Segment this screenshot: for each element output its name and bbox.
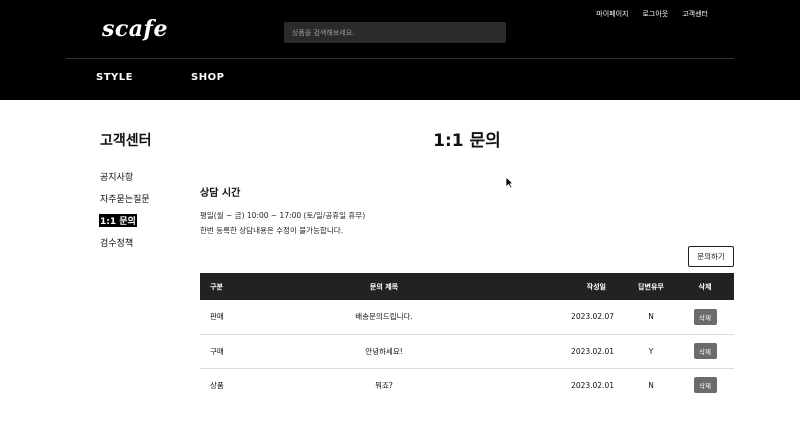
ask-inquiry-button[interactable]: 문의하기	[688, 246, 734, 267]
table-row[interactable]: 구매 안녕하세요! 2023.02.01 Y 삭제	[200, 334, 734, 368]
sidebar-item-faq[interactable]: 자주묻는질문	[100, 192, 150, 205]
row-delete-cell: 삭제	[676, 334, 734, 368]
site-logo[interactable]: scafe	[102, 16, 168, 42]
search-input[interactable]	[284, 22, 506, 43]
col-replied: 답변유무	[638, 282, 664, 291]
row-title[interactable]: 뭐죠?	[252, 368, 516, 402]
row-delete-cell: 삭제	[676, 300, 734, 334]
delete-button[interactable]: 삭제	[693, 377, 717, 394]
mypage-link[interactable]: 마이페이지	[596, 9, 628, 19]
row-delete-cell: 삭제	[676, 368, 734, 402]
utility-menu: 마이페이지 로그아웃 고객센터	[596, 9, 708, 19]
col-date: 작성일	[586, 282, 606, 291]
row-title[interactable]: 배송문의드립니다.	[252, 300, 516, 334]
nav-style[interactable]: STYLE	[96, 72, 133, 83]
top-header: scafe 마이페이지 로그아웃 고객센터 STYLE SHOP	[0, 0, 800, 100]
delete-button[interactable]: 삭제	[693, 308, 717, 325]
edit-notice-text: 한번 등록한 상담내용은 수정이 불가능합니다.	[200, 226, 344, 235]
consult-hours-title: 상담 시간	[200, 188, 241, 199]
row-title[interactable]: 안녕하세요!	[252, 334, 516, 368]
row-replied: N	[648, 380, 654, 390]
row-date: 2023.02.01	[571, 346, 614, 356]
table-row[interactable]: 판매 배송문의드립니다. 2023.02.07 N 삭제	[200, 300, 734, 334]
row-type: 구매	[210, 346, 224, 356]
sidebar-item-inquiry[interactable]: 1:1 문의	[99, 214, 137, 227]
table-header-row: 구분 문의 제목 작성일 답변유무 삭제	[200, 273, 734, 300]
col-type: 구분	[210, 282, 223, 291]
page-title: 1:1 문의	[433, 131, 501, 151]
header-divider	[66, 58, 734, 59]
customer-center-link[interactable]: 고객센터	[682, 9, 708, 19]
row-replied: Y	[648, 346, 654, 356]
row-type: 상품	[210, 380, 224, 390]
sidebar-title: 고객센터	[100, 133, 152, 149]
consult-hours-text: 평일(월 ~ 금) 10:00 ~ 17:00 (토/일/공휴일 휴무)	[200, 211, 366, 220]
col-title: 문의 제목	[369, 282, 399, 291]
sidebar-item-notice[interactable]: 공지사항	[100, 170, 133, 183]
delete-button[interactable]: 삭제	[693, 343, 717, 359]
col-delete: 삭제	[698, 282, 712, 291]
row-replied: N	[648, 312, 654, 322]
row-date: 2023.02.07	[571, 312, 614, 322]
row-date: 2023.02.01	[571, 380, 614, 390]
nav-shop[interactable]: SHOP	[191, 72, 224, 83]
inquiry-table: 구분 문의 제목 작성일 답변유무 삭제 판매 배송문의드립니다. 2023.0…	[200, 273, 734, 402]
sidebar-item-inspection-policy[interactable]: 검수정책	[100, 236, 133, 249]
mouse-cursor-icon	[505, 176, 514, 189]
row-type: 판매	[210, 312, 224, 322]
table-row[interactable]: 상품 뭐죠? 2023.02.01 N 삭제	[200, 368, 734, 402]
logout-link[interactable]: 로그아웃	[642, 9, 668, 19]
